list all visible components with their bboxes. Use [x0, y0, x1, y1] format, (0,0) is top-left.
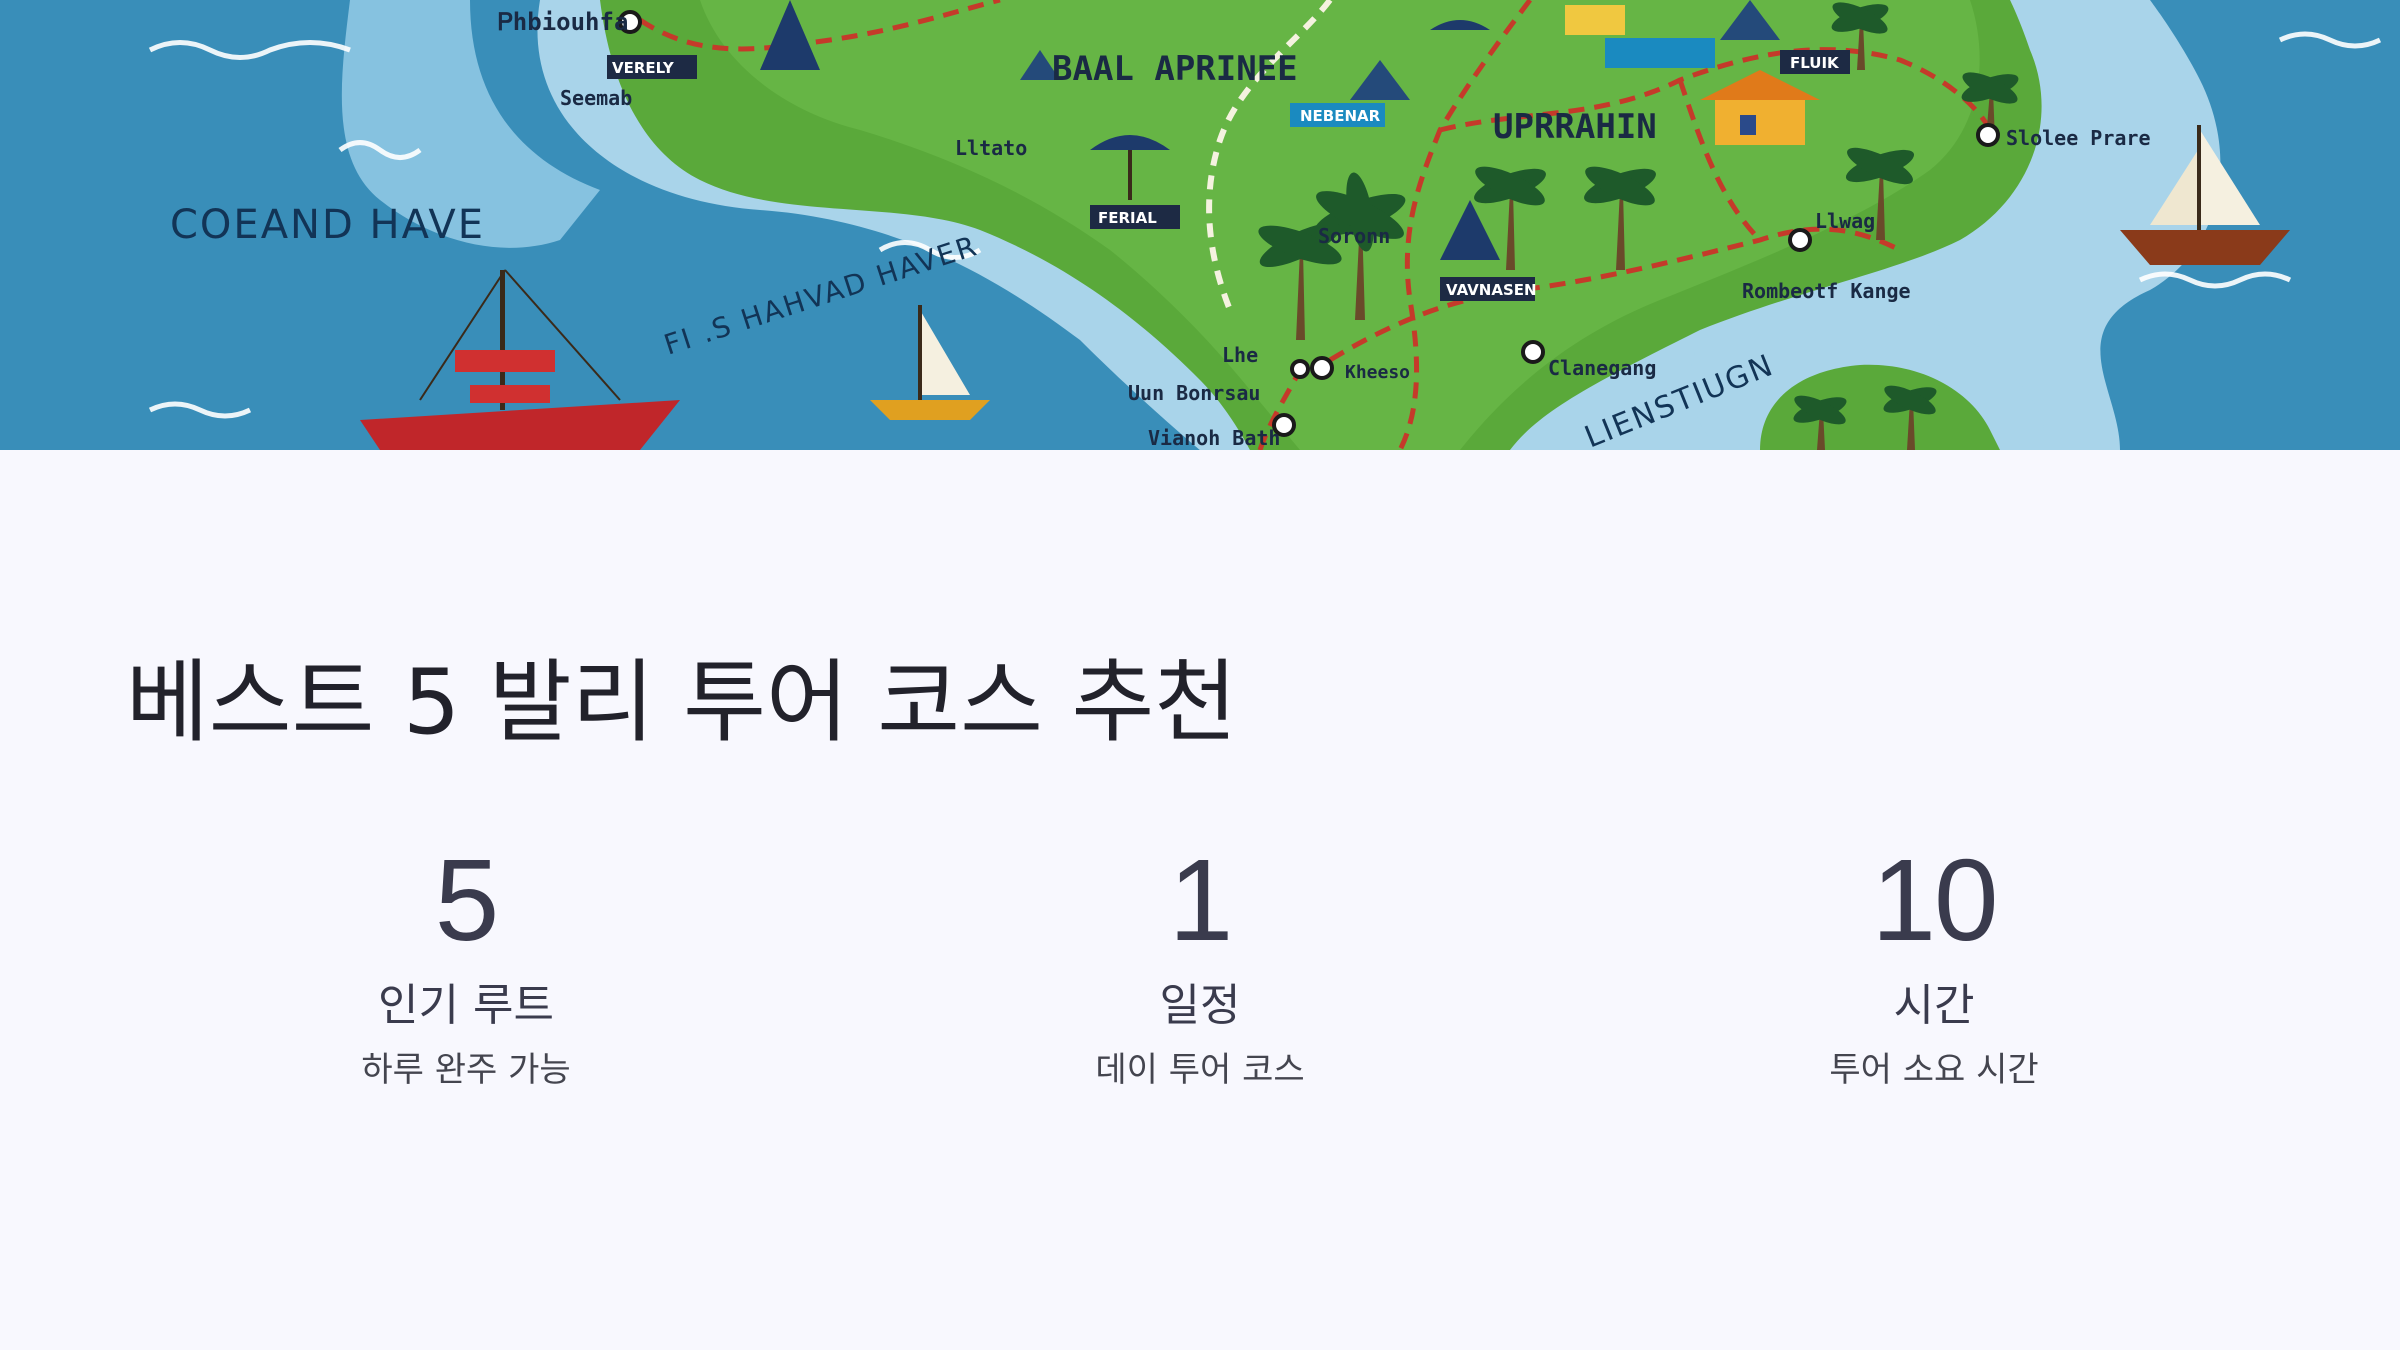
stat-label: 시간: [1893, 980, 1975, 1031]
map-label-17: Clanegang: [1548, 356, 1656, 380]
map-label-13: Lhe: [1222, 343, 1258, 367]
map-label-18: NEBENAR: [1300, 107, 1381, 125]
map-label-14: Kheeso: [1345, 362, 1410, 383]
map-label-1: Ꮲhbiouhfa: [498, 8, 628, 36]
map-label-5: UPRRAHIN: [1493, 107, 1657, 147]
map-label-10: VAVNASEN: [1446, 281, 1537, 299]
stat-description: 데이 투어 코스: [1095, 1050, 1305, 1090]
map-label-7: FERIAL: [1098, 209, 1157, 227]
map-label-11: Llwag: [1815, 209, 1875, 233]
stat-value: 5: [434, 835, 500, 965]
bali-illustrated-map: Ꮲhbiouhfa VERELY Seemab BAAL APRINEE UPR…: [0, 0, 2400, 450]
map-label-8: Lltato: [955, 136, 1027, 160]
stat-card-hours: 10 시간 투어 소요 시간: [1684, 840, 2184, 1090]
map-label-15: Uun Bonrsau: [1128, 381, 1260, 405]
map-label-16: Vianoh Bath: [1148, 426, 1280, 450]
stat-description: 투어 소요 시간: [1829, 1050, 2039, 1090]
map-label-6: Slolee Prare: [2006, 126, 2151, 150]
hero-map-image: Ꮲhbiouhfa VERELY Seemab BAAL APRINEE UPR…: [0, 0, 2400, 450]
tour-summary-section: 베스트 5 발리 투어 코스 추천 5 인기 루트 하루 완주 가능 1 일정 …: [0, 450, 2400, 1350]
stat-value: 10: [1871, 835, 1998, 965]
section-title: 베스트 5 발리 투어 코스 추천: [126, 650, 1238, 755]
stat-description: 하루 완주 가능: [361, 1050, 571, 1090]
map-label-2: VERELY: [612, 59, 675, 77]
stat-label: 일정: [1159, 980, 1241, 1031]
map-label-12: Rombeotf Kange: [1742, 279, 1911, 303]
stat-card-routes: 5 인기 루트 하루 완주 가능: [216, 840, 716, 1090]
map-label-sea-1: COEAND HAVE: [170, 202, 485, 248]
stat-value: 1: [1168, 835, 1234, 965]
map-label-19: FLUIK: [1790, 54, 1840, 72]
stat-label: 인기 루트: [378, 980, 554, 1031]
stat-card-schedule: 1 일정 데이 투어 코스: [950, 840, 1450, 1090]
map-label-4: BAAL APRINEE: [1052, 49, 1298, 89]
map-label-3: Seemab: [560, 86, 632, 110]
map-label-9: Soronn: [1318, 224, 1390, 248]
